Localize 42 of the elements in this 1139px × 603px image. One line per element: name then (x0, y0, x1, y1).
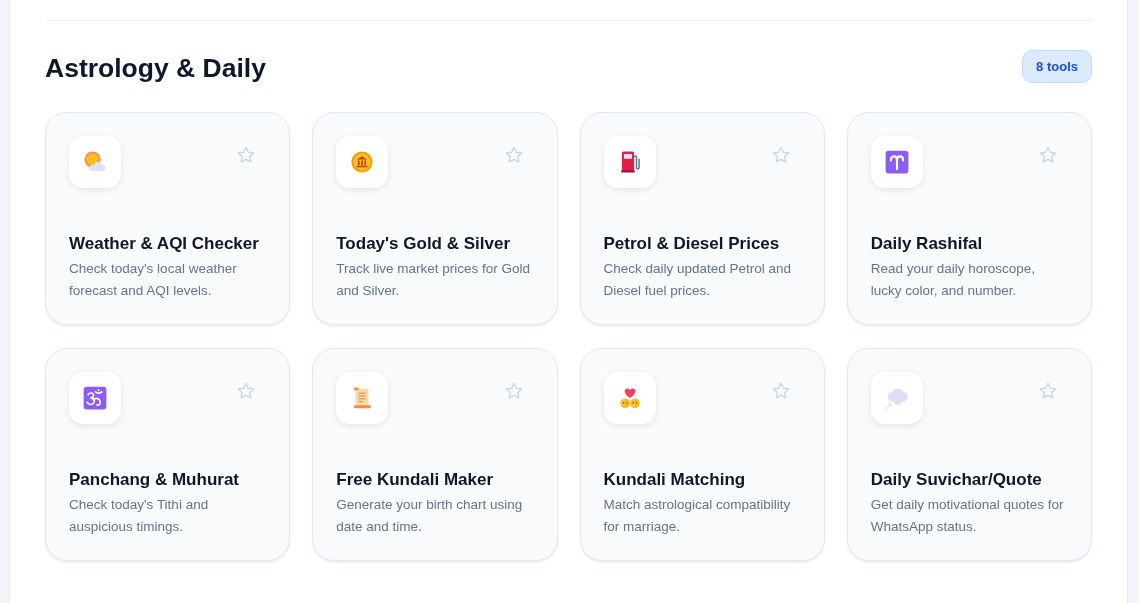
tool-description: Track live market prices for Gold and Silver. (336, 260, 532, 300)
star-icon (503, 145, 524, 165)
tool-title: Daily Suvichar/Quote (870, 470, 1043, 490)
tool-description: Get daily motivational quotes for WhatsApp status. (870, 496, 1065, 536)
fuel-pump-icon (603, 136, 656, 188)
tool-card[interactable]: Today's Gold & Silver Track live market prices for Gold and Silver. (312, 112, 558, 325)
thought-balloon-icon (870, 372, 923, 424)
star-icon (236, 145, 257, 165)
tool-description: Check today's local weather forecast and AQI levels. (69, 260, 238, 300)
tool-description: Read your daily horoscope, lucky color, and number. (870, 260, 1037, 300)
tool-card[interactable]: Kundali Matching Match astrological compatibility for marriage. (579, 348, 825, 561)
om-symbol-icon (69, 372, 121, 424)
tool-title: Kundali Matching (603, 470, 747, 490)
tool-title: Free Kundali Maker (336, 470, 495, 490)
star-icon (236, 381, 257, 401)
heart-couple-icon (603, 372, 656, 424)
coin-icon (336, 136, 389, 188)
section-title: Astrology & Daily (45, 51, 266, 85)
star-icon (770, 381, 791, 401)
scroll-icon (336, 372, 389, 424)
sun-cloud-icon (69, 136, 121, 188)
tool-title: Petrol & Diesel Prices (603, 234, 781, 254)
tool-count-badge: 8 tools (1022, 50, 1092, 83)
tool-title: Today's Gold & Silver (336, 234, 512, 254)
tool-card[interactable]: Panchang & Muhurat Check today's Tithi and auspicious timings. (45, 348, 291, 561)
tool-title: Panchang & Muhurat (69, 470, 240, 490)
tool-card[interactable]: Free Kundali Maker Generate your birth chart using date and time. (312, 348, 558, 561)
tool-card[interactable]: Weather & AQI Checker Check today's local weather forecast and AQI levels. (45, 112, 291, 325)
tool-description: Match astrological compatibility for marriage. (603, 496, 792, 536)
tool-card[interactable]: Daily Rashifal Read your daily horoscope, lucky color, and number. (846, 112, 1092, 325)
tool-description: Check today's Tithi and auspicious timings. (69, 496, 210, 536)
tool-description: Check daily updated Petrol and Diesel fuel prices. (603, 260, 793, 300)
star-icon (503, 381, 524, 401)
aries-sign-icon (870, 136, 923, 188)
tool-card[interactable]: Petrol & Diesel Prices Check daily updated Petrol and Diesel fuel prices. (579, 112, 825, 325)
tool-description: Generate your birth chart using date and time. (336, 496, 524, 536)
star-icon (1038, 145, 1058, 165)
tool-title: Weather & AQI Checker (69, 234, 260, 254)
tool-title: Daily Rashifal (870, 234, 984, 254)
star-icon (770, 145, 791, 165)
tool-card[interactable]: Daily Suvichar/Quote Get daily motivational quotes for WhatsApp status. (846, 348, 1092, 561)
star-icon (1038, 381, 1058, 401)
